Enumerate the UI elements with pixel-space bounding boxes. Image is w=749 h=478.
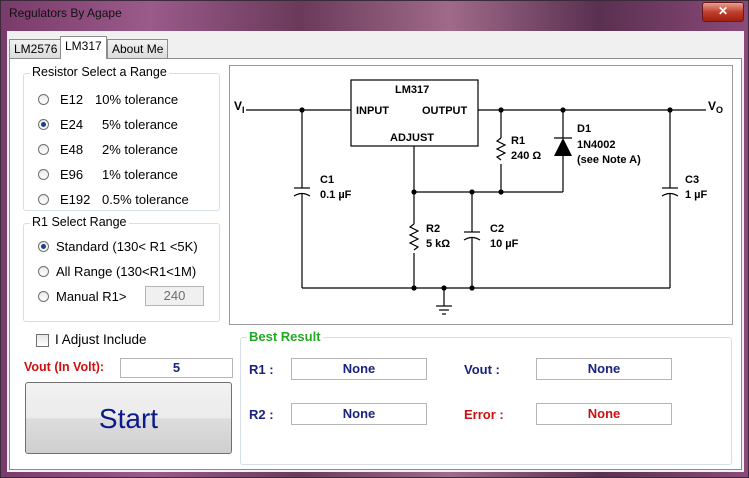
app-window: Regulators By Agape ✕ LM2576 LM317 About… <box>0 0 749 478</box>
c2-value: 10 µF <box>490 238 519 250</box>
r1-range-title: R1 Select Range <box>30 215 129 229</box>
series-label: E24 <box>60 117 84 132</box>
tolerance-label: 10% tolerance <box>95 92 179 107</box>
radio-e24[interactable]: E24 5% tolerance <box>38 117 213 133</box>
r2-label: R2 <box>426 223 440 235</box>
radio-e48[interactable]: E48 2% tolerance <box>38 142 213 158</box>
radio-button[interactable] <box>38 291 49 302</box>
radio-button[interactable] <box>38 194 49 205</box>
resistor-range-group: Resistor Select a Range E12 10% toleranc… <box>23 65 220 211</box>
r1-option-label: All Range (130<R1<1M) <box>56 264 197 279</box>
chip-adjust-pin: ADJUST <box>390 132 434 144</box>
radio-button[interactable] <box>38 119 49 130</box>
window-title: Regulators By Agape <box>9 6 122 20</box>
tolerance-label: 0.5% tolerance <box>102 192 189 207</box>
error-result-field: None <box>536 403 672 425</box>
lm317-schematic: VI VO LM317 INPUT OUTPUT ADJUST C1 0.1 µ… <box>229 65 733 325</box>
tab-panel-lm317: Resistor Select a Range E12 10% toleranc… <box>9 58 742 470</box>
title-bar[interactable]: Regulators By Agape ✕ <box>1 1 748 27</box>
c3-label: C3 <box>685 174 699 186</box>
radio-button[interactable] <box>38 169 49 180</box>
tab-lm2576[interactable]: LM2576 <box>9 39 63 58</box>
c2-label: C2 <box>490 223 504 235</box>
c1-label: C1 <box>320 174 334 186</box>
r1-option-label: Standard (130< R1 <5K) <box>56 239 198 254</box>
best-result-title: Best Result <box>247 329 323 344</box>
best-result-group: Best Result R1 : None Vout : None R2 : N… <box>240 329 732 465</box>
start-button[interactable]: Start <box>25 382 232 454</box>
d1-part: 1N4002 <box>577 139 616 151</box>
r1-range-group: R1 Select Range Standard (130< R1 <5K) A… <box>23 215 220 322</box>
error-result-label: Error : <box>464 407 504 422</box>
series-label: E96 <box>60 167 84 182</box>
r2-result-field: None <box>291 403 427 425</box>
radio-button[interactable] <box>38 94 49 105</box>
vo-label: VO <box>708 99 723 115</box>
radio-r1-all[interactable]: All Range (130<R1<1M) <box>38 264 216 280</box>
client-area: LM2576 LM317 About Me Resistor Select a … <box>7 31 744 472</box>
radio-e96[interactable]: E96 1% tolerance <box>38 167 213 183</box>
radio-button[interactable] <box>38 144 49 155</box>
radio-button[interactable] <box>38 241 49 252</box>
radio-button[interactable] <box>38 266 49 277</box>
r1-result-field: None <box>291 358 427 380</box>
c3-value: 1 µF <box>685 189 708 201</box>
r1-value: 240 Ω <box>511 150 541 162</box>
radio-e12[interactable]: E12 10% tolerance <box>38 92 213 108</box>
tab-about-me[interactable]: About Me <box>107 39 169 58</box>
r2-value: 5 kΩ <box>426 238 450 250</box>
c1-value: 0.1 µF <box>320 189 352 201</box>
vi-label: VI <box>234 99 245 115</box>
r2-result-label: R2 : <box>249 407 274 422</box>
d1-note: (see Note A) <box>577 154 641 166</box>
close-button[interactable]: ✕ <box>702 2 744 22</box>
r1-resistor <box>495 137 507 161</box>
d1-label: D1 <box>577 123 591 135</box>
series-label: E192 <box>60 192 91 207</box>
chip-output-pin: OUTPUT <box>422 105 468 117</box>
adjust-include-label: I Adjust Include <box>55 332 147 347</box>
vout-result-label: Vout : <box>464 362 500 377</box>
tolerance-label: 1% tolerance <box>102 167 178 182</box>
tolerance-label: 5% tolerance <box>102 117 178 132</box>
radio-r1-manual[interactable]: Manual R1> <box>38 289 138 305</box>
tolerance-label: 2% tolerance <box>102 142 178 157</box>
series-label: E48 <box>60 142 84 157</box>
d1-diode <box>554 138 572 156</box>
resistor-range-title: Resistor Select a Range <box>30 65 169 79</box>
vout-input[interactable]: 5 <box>120 358 233 378</box>
manual-r1-input[interactable]: 240 <box>145 286 204 306</box>
radio-e192[interactable]: E192 0.5% tolerance <box>38 192 213 208</box>
r1-result-label: R1 : <box>249 362 274 377</box>
series-label: E12 <box>60 92 84 107</box>
tab-lm317[interactable]: LM317 <box>60 36 107 59</box>
radio-r1-standard[interactable]: Standard (130< R1 <5K) <box>38 239 216 255</box>
adjust-include-checkbox[interactable] <box>36 334 49 347</box>
chip-input-pin: INPUT <box>356 105 389 117</box>
vout-label: Vout (In Volt): <box>24 360 105 374</box>
chip-name: LM317 <box>395 84 429 96</box>
r1-option-label: Manual R1> <box>56 289 127 304</box>
r2-resistor <box>408 223 420 251</box>
vout-result-field: None <box>536 358 672 380</box>
r1-label: R1 <box>511 135 525 147</box>
